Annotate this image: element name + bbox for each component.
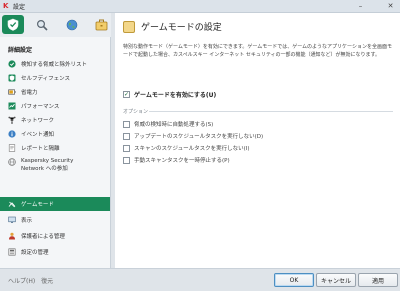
checkbox-box[interactable] [123,132,130,140]
checkbox-label: 手動スキャンタスクを一時停止する(P) [134,158,230,164]
skip-scheduled-scan-checkbox[interactable]: スキャンのスケジュールタスクを実行しない(I) [123,144,250,152]
sidebar: 詳細設定 検知する脅威と除外リスト セルフディフェンス 省電力 パフォーマンス … [0,37,111,268]
auto-process-threats-checkbox[interactable]: 脅威の検知時に自動処理する(S) [123,120,213,128]
sidebar-heading: 詳細設定 [8,47,33,54]
tools-tab[interactable] [90,15,112,34]
sidebar-item-label: レポートと隔離 [21,146,60,152]
briefcase-icon [95,19,107,30]
ksn-icon [8,158,16,166]
title-bar: K 設定 – ✕ [0,0,400,13]
sidebar-item-display[interactable]: 表示 [0,213,110,227]
page-title: ゲームモードの設定 [141,23,222,33]
protection-tab[interactable] [2,15,24,34]
options-divider [149,111,393,112]
ok-button[interactable]: OK [274,273,314,287]
settings-panel: ゲームモードの設定 特別な動作モード（ゲームモード）を有効にできます。ゲームモー… [115,13,400,268]
shield-check-icon [7,18,19,31]
sidebar-item-performance[interactable]: パフォーマンス [0,99,110,113]
game-mode-header-icon [123,21,135,33]
sidebar-item-label: 表示 [21,218,33,224]
performance-icon [8,102,16,110]
sidebar-item-label: 設定の管理 [21,250,49,256]
checkbox-label: アップデートのスケジュールタスクを実行しない(D) [134,134,264,140]
self-defense-icon [8,74,16,82]
checkbox-label: スキャンのスケジュールタスクを実行しない(I) [134,146,250,152]
minimize-button[interactable]: – [354,1,367,12]
close-button[interactable]: ✕ [384,1,397,12]
magnifier-icon [36,19,48,31]
sidebar-item-power-saving[interactable]: 省電力 [0,85,110,99]
sidebar-item-label: セルフディフェンス [21,76,71,82]
options-group-label: オプション [123,109,149,115]
display-icon [8,216,16,223]
sidebar-item-ksn[interactable]: Kaspersky Security Network への参加 [0,157,110,181]
network-icon [8,116,16,124]
gamepad-icon [8,201,16,208]
battery-icon [8,89,16,95]
report-icon [8,144,16,152]
apply-button[interactable]: 適用 [358,273,398,287]
sidebar-item-label: ネットワーク [21,118,55,124]
window-title: 設定 [13,4,26,11]
ksn-label-line2: Network への参加 [21,166,68,172]
category-toolbar [0,13,111,37]
sidebar-item-self-defense[interactable]: セルフディフェンス [0,71,110,85]
ksn-label-line1: Kaspersky Security [21,158,74,164]
sidebar-item-label: 保護者による管理 [21,234,65,240]
update-tab[interactable] [61,15,83,34]
checkbox-box[interactable] [123,156,130,164]
skip-scheduled-update-checkbox[interactable]: アップデートのスケジュールタスクを実行しない(D) [123,132,263,140]
cancel-button[interactable]: キャンセル [316,273,356,287]
green-circle-icon [8,60,16,68]
globe-icon [66,19,78,30]
sidebar-item-reports-quarantine[interactable]: レポートと隔離 [0,141,110,155]
sidebar-item-label: パフォーマンス [21,104,60,110]
pause-manual-scan-checkbox[interactable]: 手動スキャンタスクを一時停止する(P) [123,156,230,164]
help-link[interactable]: ヘルプ(H) [8,278,35,285]
checkbox-label: ゲームモードを有効にする(U) [134,92,217,99]
sidebar-item-label: ゲームモード [21,202,54,208]
checkbox-box[interactable] [123,120,130,128]
sidebar-item-label: 検知する脅威と除外リスト [21,62,88,68]
page-description: 特別な動作モード（ゲームモード）を有効にできます。ゲームモードでは、ゲームのよう… [123,44,392,58]
sidebar-item-label: 省電力 [21,90,38,96]
settings-manage-icon [8,248,16,256]
restore-link[interactable]: 復元 [41,278,53,285]
enable-game-mode-checkbox[interactable]: ✓ ゲームモードを有効にする(U) [123,90,216,99]
parental-icon [9,232,15,240]
dialog-footer: ヘルプ(H) 復元 OK キャンセル 適用 [0,268,400,291]
info-icon [8,130,16,138]
kaspersky-logo-icon: K [3,2,9,10]
checkbox-box[interactable] [123,144,130,152]
sidebar-item-parental-control[interactable]: 保護者による管理 [0,229,110,243]
sidebar-item-threats-exclusions[interactable]: 検知する脅威と除外リスト [0,57,110,71]
scan-tab[interactable] [31,15,53,34]
sidebar-item-network[interactable]: ネットワーク [0,113,110,127]
sidebar-item-notifications[interactable]: イベント通知 [0,127,110,141]
checkbox-box[interactable]: ✓ [123,91,130,98]
footer-links: ヘルプ(H) 復元 [8,276,57,285]
sidebar-item-settings-management[interactable]: 設定の管理 [0,245,110,259]
sidebar-item-label: イベント通知 [21,132,55,138]
sidebar-item-label: Kaspersky Security Network への参加 [21,157,73,173]
checkbox-label: 脅威の検知時に自動処理する(S) [134,122,214,128]
sidebar-item-game-mode[interactable]: ゲームモード [0,197,110,211]
